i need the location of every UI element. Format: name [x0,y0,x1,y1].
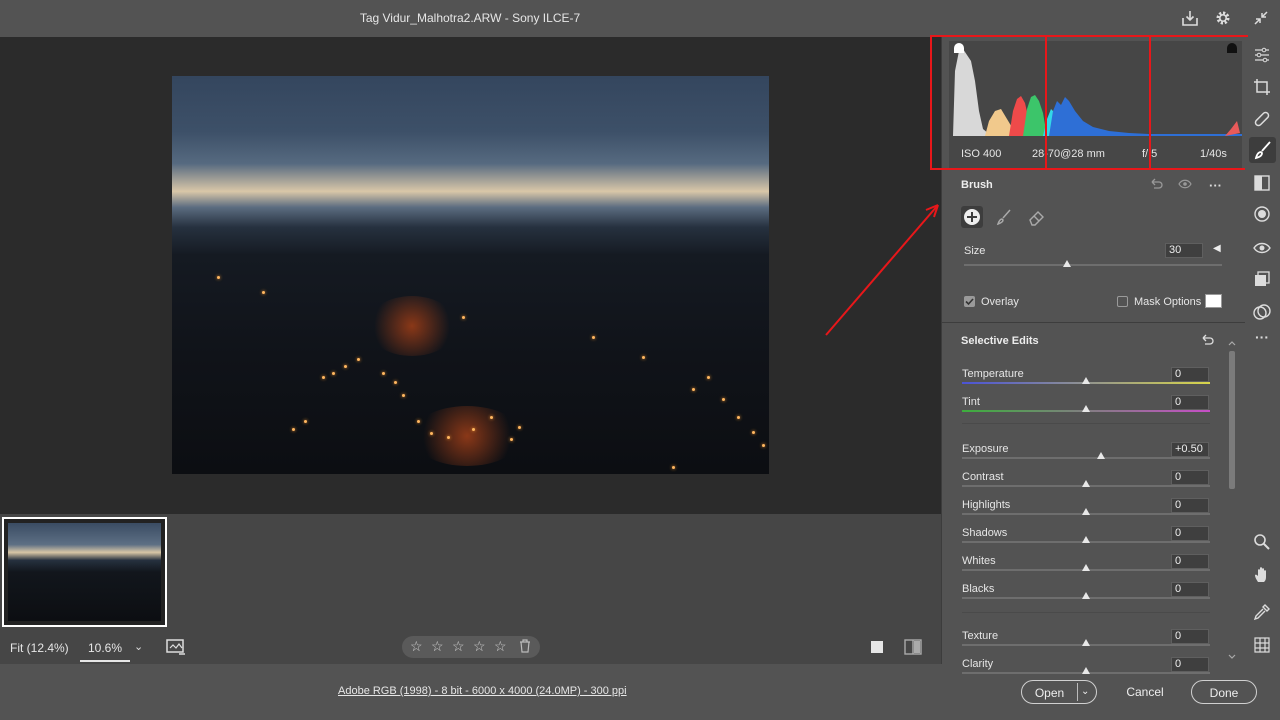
filmstrip [0,514,941,628]
radial-gradient-icon[interactable] [1253,205,1271,223]
mask-color-swatch[interactable] [1205,294,1222,308]
snapshots-icon[interactable] [1253,270,1271,288]
slider-label-blacks: Blacks [962,583,995,595]
slider-value-temperature[interactable]: 0 [1171,367,1209,382]
healing-bandage-icon[interactable] [1253,110,1271,128]
scrollbar[interactable] [1228,339,1236,661]
more-options-icon[interactable]: ··· [1209,178,1222,193]
workflow-options-link[interactable]: Adobe RGB (1998) - 8 bit - 6000 x 4000 (… [338,685,627,697]
compare-view-icon[interactable] [165,638,187,656]
cancel-button[interactable]: Cancel [1120,680,1170,704]
presets-icon[interactable] [1253,303,1271,321]
red-eye-icon[interactable] [1253,239,1271,257]
slider-thumb-shadows[interactable] [1082,536,1090,543]
slider-label-contrast: Contrast [962,471,1004,483]
reset-icon[interactable] [1149,178,1163,190]
mask-options-label: Mask Options [1134,296,1202,308]
slider-value-shadows[interactable]: 0 [1171,526,1209,541]
size-label: Size [964,245,986,257]
reset-icon[interactable] [1200,334,1214,346]
size-input[interactable]: 30 [1165,243,1203,258]
slider-thumb-highlights[interactable] [1082,508,1090,515]
star-icon[interactable]: ☆ [410,638,423,655]
slider-label-tint: Tint [962,396,980,408]
size-slider-thumb[interactable] [1063,260,1072,267]
title-bar: Tag Vidur_Malhotra2.ARW - Sony ILCE-7 [0,0,1280,37]
collapse-icon[interactable] [1252,9,1270,27]
crop-icon[interactable] [1253,78,1271,96]
single-view-icon[interactable] [870,640,884,654]
slider-label-shadows: Shadows [962,527,1008,539]
selective-edits-title: Selective Edits [961,335,1039,347]
size-slider-track[interactable] [964,264,1222,266]
slider-thumb-texture[interactable] [1082,639,1090,646]
edit-panel: ISO 400 28-70@28 mm f/.5 1/40s Brush ···… [930,35,1248,674]
zoom-level-field[interactable]: 10.6% [80,638,130,662]
trash-icon[interactable] [519,639,531,653]
slider-value-highlights[interactable]: 0 [1171,498,1209,513]
tool-strip: ··· [1245,37,1280,664]
open-button[interactable]: Open ⌄ [1021,680,1097,704]
image-canvas[interactable] [0,37,941,514]
slider-track-exposure[interactable] [962,457,1210,459]
slider-value-blacks[interactable]: 0 [1171,582,1209,597]
brush-icon[interactable] [995,208,1013,226]
star-icon[interactable]: ☆ [452,638,465,655]
slider-thumb-contrast[interactable] [1082,480,1090,487]
overlay-checkbox[interactable] [964,296,975,307]
mask-options-checkbox[interactable] [1117,296,1128,307]
slider-value-clarity[interactable]: 0 [1171,657,1209,672]
photo-preview [172,76,769,474]
star-icon[interactable]: ☆ [473,638,486,655]
slider-label-whites: Whites [962,555,996,567]
overlay-label: Overlay [981,296,1019,308]
window-title: Tag Vidur_Malhotra2.ARW - Sony ILCE-7 [359,11,581,25]
done-button[interactable]: Done [1191,680,1257,704]
slider-label-highlights: Highlights [962,499,1011,511]
save-icon[interactable] [1181,9,1199,27]
more-tools-icon[interactable]: ··· [1253,329,1271,347]
edit-sliders-icon[interactable] [1253,46,1271,64]
slider-thumb-clarity[interactable] [1082,667,1090,674]
star-icon[interactable]: ☆ [431,638,444,655]
slider-thumb-blacks[interactable] [1082,592,1090,599]
view-bar: Fit (12.4%) 10.6% ⌄ ☆ ☆ ☆ ☆ ☆ [0,628,941,664]
chevron-down-icon[interactable]: ⌄ [1081,686,1089,697]
slider-thumb-whites[interactable] [1082,564,1090,571]
brush-title: Brush [961,179,993,191]
brush-add-icon[interactable] [961,206,983,228]
slider-value-whites[interactable]: 0 [1171,554,1209,569]
star-icon[interactable]: ☆ [494,638,507,655]
slider-label-texture: Texture [962,630,999,642]
grid-overlay-icon[interactable] [1253,636,1271,654]
slider-thumb-temperature[interactable] [1082,377,1090,384]
brush-tool-icon[interactable] [1249,137,1276,163]
settings-gear-icon[interactable] [1214,9,1232,27]
zoom-magnifier-icon[interactable] [1253,533,1271,551]
hand-pan-icon[interactable] [1253,566,1271,584]
slider-value-contrast[interactable]: 0 [1171,470,1209,485]
linear-gradient-icon[interactable] [1253,174,1271,192]
slider-value-tint[interactable]: 0 [1171,395,1209,410]
slider-thumb-tint[interactable] [1082,405,1090,412]
filmstrip-thumbnail[interactable] [2,517,167,627]
fit-zoom-button[interactable]: Fit (12.4%) [10,641,69,655]
visibility-eye-icon[interactable] [1178,179,1192,189]
chevron-down-icon[interactable]: ⌄ [134,640,143,653]
triangle-left-icon[interactable]: ◀ [1213,243,1221,254]
eraser-icon[interactable] [1027,208,1045,226]
before-after-view-icon[interactable] [904,639,922,655]
star-rating[interactable]: ☆ ☆ ☆ ☆ ☆ [402,636,540,658]
slider-label-temperature: Temperature [962,368,1024,380]
slider-thumb-exposure[interactable] [1096,452,1105,459]
annotation-lens-box [1045,35,1151,170]
slider-value-exposure[interactable]: +0.50 [1171,442,1209,457]
slider-value-texture[interactable]: 0 [1171,629,1209,644]
annotation-arrow [825,204,939,336]
eyedropper-icon[interactable] [1253,603,1271,621]
slider-label-exposure: Exposure [962,443,1009,455]
slider-label-clarity: Clarity [962,658,994,670]
